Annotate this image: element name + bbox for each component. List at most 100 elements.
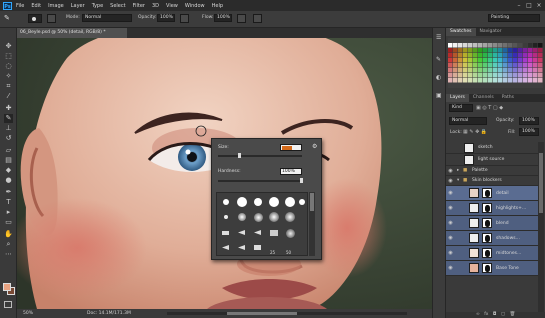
swatch[interactable] [508, 53, 513, 58]
swatch[interactable] [493, 63, 498, 68]
swatch[interactable] [458, 78, 463, 83]
swatch[interactable] [493, 48, 498, 53]
layer-filter-icons[interactable]: ▣ ◎ T ▢ ◆ [476, 105, 503, 111]
layer-row[interactable]: ◉ blend [446, 216, 538, 231]
swatch[interactable] [513, 78, 518, 83]
tab-navigator[interactable]: Navigator [476, 28, 506, 36]
swatch[interactable] [513, 73, 518, 78]
swatch[interactable] [523, 48, 528, 53]
tab-paths[interactable]: Paths [498, 94, 518, 102]
menu-file[interactable]: File [16, 3, 24, 9]
swatch[interactable] [518, 43, 523, 48]
swatch[interactable] [503, 68, 508, 73]
fx-icon[interactable]: fx [484, 312, 488, 317]
brush-preset[interactable] [236, 242, 248, 254]
airbrush-icon[interactable] [237, 14, 246, 23]
swatch[interactable] [468, 73, 473, 78]
size-slider-thumb[interactable] [238, 153, 241, 158]
swatch[interactable] [503, 73, 508, 78]
layer-row[interactable]: light source [446, 154, 538, 166]
swatch[interactable] [523, 68, 528, 73]
foreground-color-swatch[interactable] [3, 283, 11, 291]
swatch[interactable] [453, 43, 458, 48]
swatch[interactable] [528, 53, 533, 58]
swatch[interactable] [523, 63, 528, 68]
move-tool-icon[interactable]: ✥ [4, 42, 13, 51]
layer-opacity-field[interactable]: 100% [519, 117, 539, 125]
brush-preset[interactable] [284, 227, 296, 239]
swatch[interactable] [473, 43, 478, 48]
swatch[interactable] [453, 68, 458, 73]
swatch[interactable] [448, 43, 453, 48]
swatch[interactable] [488, 48, 493, 53]
swatch[interactable] [458, 73, 463, 78]
swatch[interactable] [538, 58, 543, 63]
swatch[interactable] [513, 53, 518, 58]
swatch[interactable] [493, 43, 498, 48]
swatch[interactable] [518, 68, 523, 73]
swatch[interactable] [518, 73, 523, 78]
swatch[interactable] [518, 48, 523, 53]
menu-type[interactable]: Type [92, 3, 103, 9]
size-slider[interactable] [218, 155, 302, 157]
swatch[interactable] [523, 53, 528, 58]
brush-preset[interactable] [236, 196, 248, 208]
swatch[interactable] [513, 68, 518, 73]
swatch[interactable] [503, 78, 508, 83]
swatch[interactable] [488, 73, 493, 78]
brush-preset[interactable] [252, 196, 264, 208]
swatch[interactable] [448, 58, 453, 63]
layer-row[interactable]: ◉ shadows... [446, 231, 538, 246]
swatch[interactable] [488, 58, 493, 63]
swatch[interactable] [448, 78, 453, 83]
swatch[interactable] [453, 78, 458, 83]
swatch[interactable] [493, 58, 498, 63]
lock-icons[interactable]: ▦ ✎ ✥ 🔒 [463, 129, 487, 135]
swatch[interactable] [528, 63, 533, 68]
brush-preset[interactable] [268, 196, 280, 208]
visibility-eye-icon[interactable]: ◉ [447, 261, 454, 276]
swatch[interactable] [453, 63, 458, 68]
group-toggle-icon[interactable]: ▸ [457, 166, 459, 176]
size-field[interactable] [280, 144, 302, 151]
swatch[interactable] [463, 63, 468, 68]
swatch[interactable] [468, 48, 473, 53]
swatch[interactable] [478, 78, 483, 83]
swatch[interactable] [513, 43, 518, 48]
hardness-slider-thumb[interactable] [300, 178, 303, 183]
swatch[interactable] [488, 68, 493, 73]
swatch[interactable] [453, 58, 458, 63]
swatch[interactable] [483, 48, 488, 53]
swatch[interactable] [498, 78, 503, 83]
preset-scrollbar-thumb[interactable] [310, 193, 314, 211]
layer-row[interactable]: ◉ highlights+... [446, 201, 538, 216]
history-brush-tool-icon[interactable]: ↺ [4, 134, 13, 143]
visibility-eye-icon[interactable]: ◉ [447, 231, 454, 246]
healing-brush-tool-icon[interactable]: ✚ [4, 104, 13, 113]
brush-tool-icon[interactable]: ✎ [4, 14, 13, 23]
swatch[interactable] [493, 73, 498, 78]
swatch[interactable] [518, 78, 523, 83]
brush-preset[interactable] [268, 227, 280, 239]
swatch[interactable] [478, 48, 483, 53]
brush-preset-picker[interactable] [28, 14, 42, 23]
swatch[interactable] [448, 73, 453, 78]
swatch[interactable] [508, 58, 513, 63]
swatch[interactable] [508, 48, 513, 53]
swatch[interactable] [528, 58, 533, 63]
swatch[interactable] [453, 53, 458, 58]
swatch[interactable] [448, 53, 453, 58]
swatch[interactable] [533, 63, 538, 68]
swatch[interactable] [448, 68, 453, 73]
swatch[interactable] [453, 48, 458, 53]
swatch[interactable] [483, 53, 488, 58]
swatch[interactable] [468, 43, 473, 48]
swatch[interactable] [483, 68, 488, 73]
visibility-eye-icon[interactable]: ◉ [447, 166, 454, 176]
swatch[interactable] [488, 78, 493, 83]
menu-help[interactable]: Help [212, 3, 223, 9]
swatch[interactable] [473, 63, 478, 68]
tab-channels[interactable]: Channels [469, 94, 498, 102]
swatch[interactable] [498, 58, 503, 63]
swatch[interactable] [503, 58, 508, 63]
